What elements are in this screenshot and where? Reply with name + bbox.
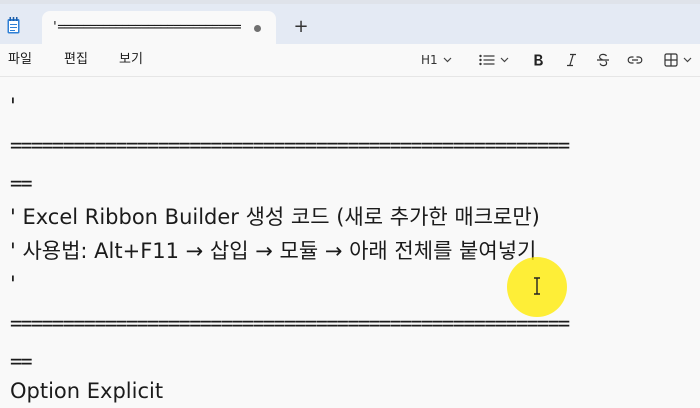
menu-edit[interactable]: 편집 [64, 51, 88, 69]
link-icon [627, 56, 643, 64]
strikethrough-button[interactable] [596, 50, 610, 70]
notepad-app-icon [7, 17, 20, 34]
editor-line: == [10, 171, 33, 195]
list-dropdown[interactable] [479, 50, 509, 70]
strikethrough-icon [597, 53, 609, 67]
link-button[interactable] [627, 50, 643, 70]
heading-label: H1 [421, 53, 438, 67]
new-tab-button[interactable]: + [290, 16, 312, 38]
editor-area[interactable]: ' ======================================… [0, 77, 700, 408]
chevron-down-icon [683, 57, 692, 63]
document-tab[interactable]: '================================= [42, 11, 276, 44]
menu-view[interactable]: 보기 [119, 51, 143, 69]
editor-line: ' Excel Ribbon Builder 생성 코드 (새로 추가한 매크로… [10, 205, 540, 229]
tab-title: '================================= [51, 20, 241, 35]
list-icon [479, 54, 495, 66]
menu-file[interactable]: 파일 [8, 51, 32, 69]
italic-icon [567, 53, 576, 67]
editor-line: ========================================… [10, 311, 570, 335]
chevron-down-icon [500, 57, 509, 63]
editor-line: ========================================… [10, 133, 570, 157]
table-icon [664, 53, 678, 67]
chevron-down-icon [443, 57, 452, 63]
editor-line: Option Explicit [10, 379, 164, 403]
editor-line: ' [10, 272, 16, 296]
editor-line: ' [10, 94, 16, 118]
menu-bar: 파일 편집 보기 H1 [0, 44, 700, 77]
text-cursor-icon [534, 277, 540, 295]
bold-icon [534, 54, 543, 66]
editor-line: ' 사용법: Alt+F11 → 삽입 → 모듈 → 아래 전체를 붙여넣기 [10, 239, 537, 263]
editor-line: == [10, 349, 33, 373]
table-dropdown[interactable] [664, 50, 692, 70]
title-bar-top-edge [0, 0, 700, 4]
unsaved-dot-icon[interactable] [254, 25, 261, 32]
title-bar: '================================= + [0, 0, 700, 44]
heading-dropdown[interactable]: H1 [421, 50, 452, 70]
bold-button[interactable] [532, 50, 545, 70]
italic-button[interactable] [565, 50, 578, 70]
